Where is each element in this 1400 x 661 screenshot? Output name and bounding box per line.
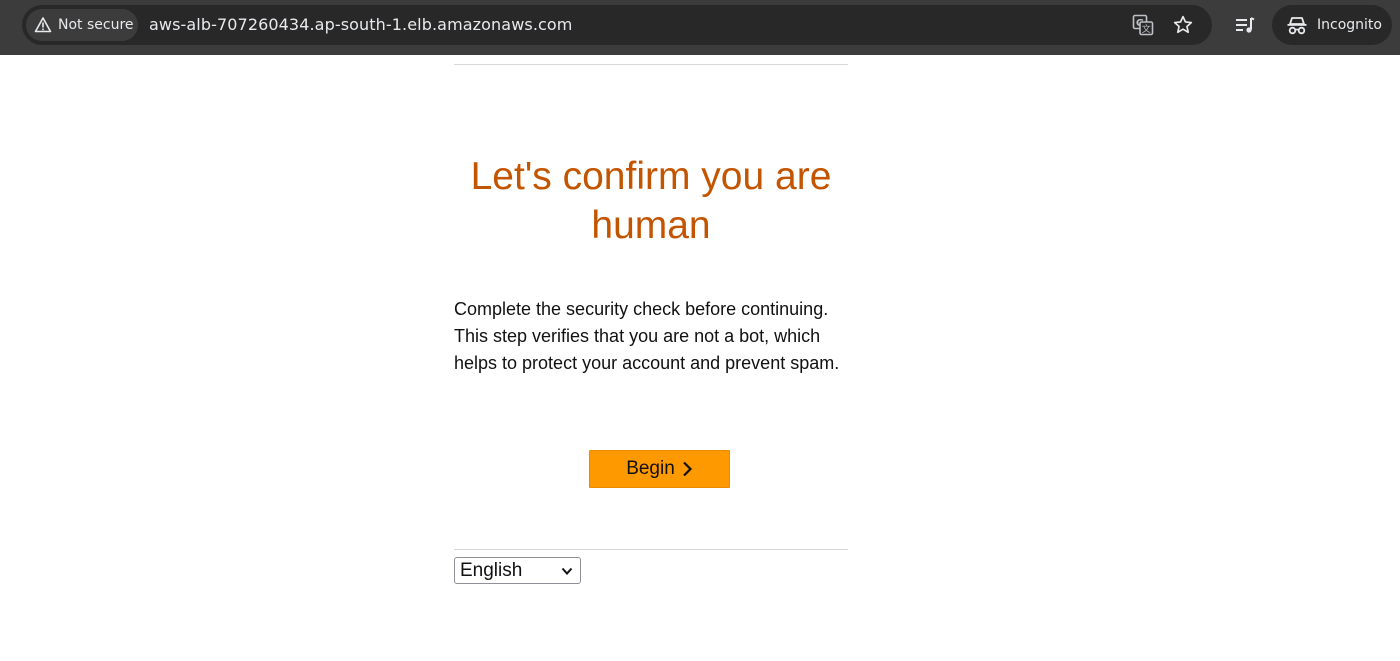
bottom-divider	[454, 549, 848, 550]
language-select[interactable]: English	[454, 557, 581, 584]
begin-button[interactable]: Begin	[589, 450, 730, 488]
profile-label: Incognito	[1317, 17, 1382, 33]
incognito-icon	[1286, 14, 1308, 36]
chevron-right-icon	[681, 460, 693, 478]
reading-list-icon[interactable]	[1234, 14, 1256, 36]
security-indicator-chip[interactable]: Not secure	[26, 9, 138, 41]
warning-icon	[34, 16, 52, 34]
address-bar[interactable]: Not secure aws-alb-707260434.ap-south-1.…	[22, 5, 1212, 45]
svg-text:文: 文	[1142, 23, 1151, 35]
browser-toolbar: Not secure aws-alb-707260434.ap-south-1.…	[0, 0, 1400, 55]
url-text[interactable]: aws-alb-707260434.ap-south-1.elb.amazona…	[149, 5, 572, 45]
page-title: Let's confirm you are human	[470, 155, 832, 247]
language-selected-value: English	[460, 559, 523, 581]
security-label: Not secure	[58, 17, 134, 33]
chevron-down-icon	[561, 564, 573, 578]
begin-button-label: Begin	[626, 458, 675, 479]
translate-icon[interactable]: G 文	[1132, 14, 1154, 36]
incognito-profile-button[interactable]: Incognito	[1272, 5, 1392, 45]
page-description: Complete the security check before conti…	[454, 299, 840, 373]
star-icon[interactable]	[1172, 14, 1194, 36]
top-divider	[454, 64, 848, 65]
